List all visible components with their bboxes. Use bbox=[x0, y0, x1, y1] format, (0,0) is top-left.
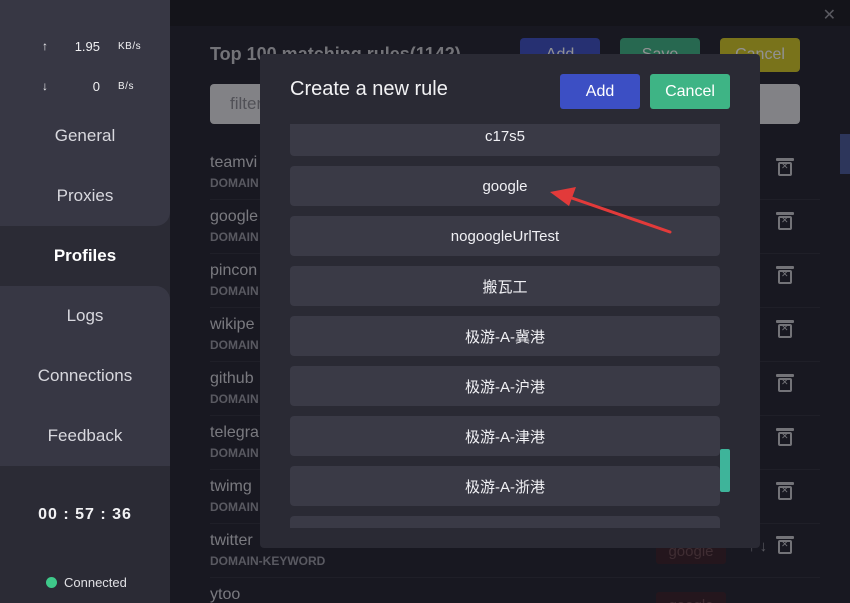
proxy-option[interactable]: 极游-A-浙港 bbox=[290, 466, 720, 506]
upload-speed-unit: KB/s bbox=[118, 40, 142, 52]
proxy-option[interactable] bbox=[290, 516, 720, 528]
proxy-option[interactable]: 极游-A-沪港 bbox=[290, 366, 720, 406]
upload-speed-value: 1.95 bbox=[74, 38, 100, 54]
nav-profiles[interactable]: Profiles bbox=[0, 226, 170, 286]
dialog-title: Create a new rule bbox=[290, 78, 448, 100]
proxy-option[interactable]: c17s5 bbox=[290, 124, 720, 156]
proxy-option[interactable]: 极游-A-津港 bbox=[290, 416, 720, 456]
traffic-panel: ↑ 1.95 KB/s ↓ 0 B/s bbox=[0, 0, 170, 106]
status-dot-icon bbox=[46, 577, 57, 588]
uptime-timer: 00 : 57 : 36 bbox=[38, 506, 132, 523]
connection-status: Connected bbox=[46, 575, 127, 590]
dialog-cancel-button[interactable]: Cancel bbox=[650, 74, 730, 109]
connection-status-label: Connected bbox=[64, 575, 127, 590]
proxy-option[interactable]: 搬瓦工 bbox=[290, 266, 720, 306]
nav-proxies[interactable]: Proxies bbox=[0, 166, 170, 226]
sidebar: ↑ 1.95 KB/s ↓ 0 B/s General Proxies Prof… bbox=[0, 0, 170, 603]
dialog-scrollbar[interactable] bbox=[720, 449, 730, 492]
upload-speed: ↑ 1.95 KB/s bbox=[42, 36, 141, 56]
download-arrow-icon: ↓ bbox=[42, 79, 48, 93]
nav-logs[interactable]: Logs bbox=[0, 286, 170, 346]
proxy-option-list: c17s5 google nogoogleUrlTest 搬瓦工 极游-A-冀港… bbox=[290, 124, 720, 528]
download-speed-unit: B/s bbox=[118, 80, 134, 92]
nav-connections[interactable]: Connections bbox=[0, 346, 170, 406]
nav-general[interactable]: General bbox=[0, 106, 170, 166]
download-speed-value: 0 bbox=[92, 78, 100, 94]
dialog-add-button[interactable]: Add bbox=[560, 74, 640, 109]
proxy-option[interactable]: nogoogleUrlTest bbox=[290, 216, 720, 256]
proxy-option[interactable]: google bbox=[290, 166, 720, 206]
proxy-option[interactable]: 极游-A-冀港 bbox=[290, 316, 720, 356]
download-speed: ↓ 0 B/s bbox=[42, 76, 134, 96]
upload-arrow-icon: ↑ bbox=[42, 39, 48, 53]
create-rule-dialog: Create a new rule Add Cancel c17s5 googl… bbox=[260, 54, 760, 548]
nav-feedback[interactable]: Feedback bbox=[0, 406, 170, 466]
